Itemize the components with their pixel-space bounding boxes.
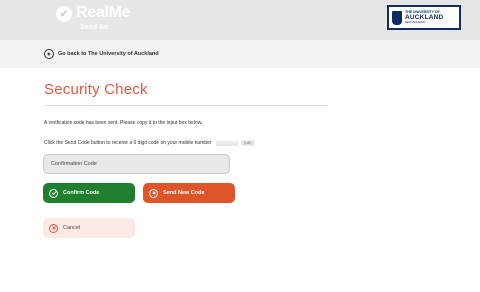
logo-subtitle: Send Au xyxy=(80,24,109,31)
back-to-university-link[interactable]: Go back to The University of Auckland xyxy=(44,49,159,59)
realme-fern-icon: ✔ xyxy=(56,6,72,22)
send-new-code-label: Send New Code xyxy=(163,190,205,196)
confirm-code-label: Confirm Code xyxy=(63,190,100,196)
uni-logo-line3: NEW ZEALAND xyxy=(405,20,426,25)
masked-mobile-number xyxy=(215,140,238,146)
back-bar: Go back to The University of Auckland xyxy=(0,40,480,68)
check-circle-icon xyxy=(49,188,58,198)
cancel-button[interactable]: Cancel xyxy=(43,218,135,238)
page-title: Security Check xyxy=(44,81,148,98)
confirm-code-button[interactable]: Confirm Code xyxy=(43,183,135,203)
send-new-code-button[interactable]: Send New Code xyxy=(143,183,235,203)
back-link-label: Go back to The University of Auckland xyxy=(58,51,159,57)
realme-logo[interactable]: ✔ RealMe Send Au xyxy=(56,3,131,32)
confirmation-code-input[interactable] xyxy=(43,154,230,174)
arrow-left-circle-icon xyxy=(44,49,54,59)
edit-mobile-link[interactable]: (edit) xyxy=(240,140,255,146)
send-code-instructions: Click the Send Code button to receive a … xyxy=(44,140,255,146)
university-logo: THE UNIVERSITY OF AUCKLAND NEW ZEALAND xyxy=(387,5,461,30)
cancel-label: Cancel xyxy=(63,225,81,231)
send-code-instructions-text: Click the Send Code button to receive a … xyxy=(44,140,212,146)
code-sent-message: A verification code has been sent. Pleas… xyxy=(44,120,203,126)
arrow-right-circle-icon xyxy=(149,188,158,198)
logo-name: RealMe xyxy=(76,4,131,21)
site-header: ✔ RealMe Send Au THE UNIVERSITY OF AUCKL… xyxy=(0,0,480,40)
university-crest-icon xyxy=(392,10,402,25)
x-circle-icon xyxy=(49,223,58,233)
title-divider xyxy=(44,105,328,106)
